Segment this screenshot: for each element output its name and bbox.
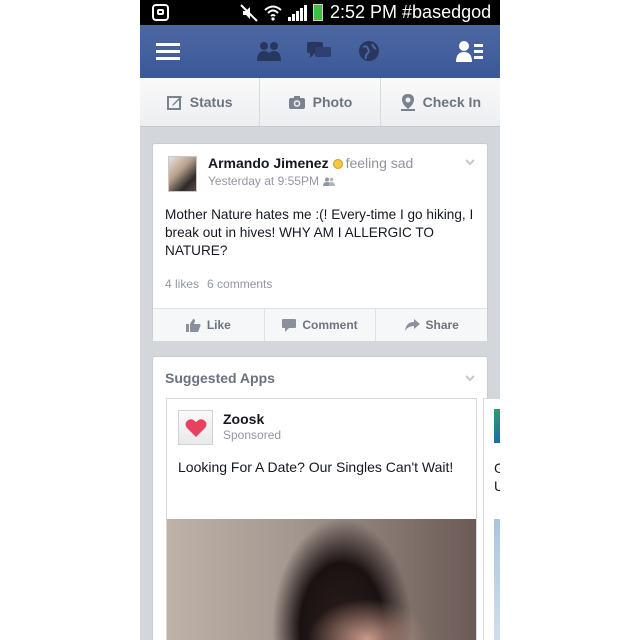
sponsored-label: Sponsored — [223, 428, 282, 442]
post-body-text: Mother Nature hates me :(! Every-time I … — [165, 207, 474, 258]
battery-icon — [313, 4, 323, 21]
post-options-chevron-icon[interactable] — [465, 157, 475, 167]
zoosk-heart-icon — [178, 410, 213, 445]
app-name[interactable]: Zoosk — [223, 411, 264, 427]
menu-icon[interactable] — [154, 37, 182, 65]
comment-button-label: Comment — [302, 318, 358, 332]
like-button-label: Like — [206, 318, 231, 332]
next-app-logo-icon — [494, 409, 500, 443]
comments-count[interactable]: 6 comments — [207, 277, 272, 291]
share-button-label: Share — [425, 318, 459, 332]
status-bar: 2:52 PM #basedgod — [140, 0, 500, 25]
signal-icon — [288, 4, 307, 21]
post-timestamp-row: Yesterday at 9:55PM — [208, 174, 335, 188]
likes-count[interactable]: 4 likes — [165, 277, 199, 291]
camera-icon — [288, 95, 305, 109]
post-stats: 4 likes 6 comments — [165, 277, 280, 291]
next-app-photo — [494, 519, 500, 640]
thumbs-up-icon — [185, 318, 201, 332]
suggested-apps-title: Suggested Apps — [165, 370, 275, 386]
comment-icon — [282, 318, 297, 332]
app-ad-card[interactable]: Zoosk Sponsored Looking For A Date? Our … — [166, 398, 477, 640]
edit-icon — [166, 96, 182, 110]
status-button[interactable]: Status — [140, 78, 261, 126]
check-in-button[interactable]: Check In — [381, 78, 500, 126]
status-icons — [240, 3, 323, 22]
next-app-description-partial: GU — [494, 460, 500, 494]
photo-button[interactable]: Photo — [260, 78, 381, 126]
feeling-text: feeling sad — [345, 155, 414, 171]
post-actions: Like Comment Share — [153, 308, 487, 341]
photo-button-label: Photo — [312, 94, 353, 110]
share-button[interactable]: Share — [376, 309, 487, 341]
app-description: Looking For A Date? Our Singles Can't Wa… — [178, 459, 454, 475]
status-button-label: Status — [189, 94, 233, 110]
next-app-ad-card-partial[interactable]: GU — [483, 398, 500, 640]
friends-list-icon[interactable] — [456, 37, 484, 65]
share-arrow-icon — [404, 319, 420, 331]
status-bar-text: 2:52 PM #basedgod — [330, 2, 492, 22]
messages-icon[interactable] — [305, 37, 333, 65]
mute-icon — [240, 3, 258, 22]
notifications-globe-icon[interactable] — [355, 37, 383, 65]
friend-requests-icon[interactable] — [255, 37, 283, 65]
app-ad-photo[interactable] — [167, 519, 476, 640]
post-timestamp[interactable]: Yesterday at 9:55PM — [208, 174, 319, 188]
app-notification-icon — [152, 4, 169, 21]
news-feed-post: Armando Jimenez feeling sad Yesterday at … — [152, 143, 488, 341]
check-in-button-label: Check In — [422, 94, 481, 110]
wifi-icon — [264, 5, 282, 21]
location-pin-icon — [400, 94, 415, 111]
comment-button[interactable]: Comment — [265, 309, 377, 341]
author-avatar[interactable] — [168, 156, 197, 192]
phone-screen: 2:52 PM #basedgod Status Photo Check In … — [140, 0, 500, 640]
author-name[interactable]: Armando Jimenez — [208, 155, 329, 171]
post-header: Armando Jimenez feeling sad — [208, 155, 413, 171]
suggested-apps-card: Suggested Apps Zoosk Sponsored Looking F… — [152, 356, 500, 640]
like-button[interactable]: Like — [153, 309, 265, 341]
friends-audience-icon — [322, 177, 335, 186]
publisher-bar: Status Photo Check In — [140, 78, 500, 127]
suggested-apps-chevron-icon[interactable] — [465, 373, 475, 383]
sad-emoji-icon — [332, 159, 343, 170]
top-nav-bar — [140, 25, 500, 78]
